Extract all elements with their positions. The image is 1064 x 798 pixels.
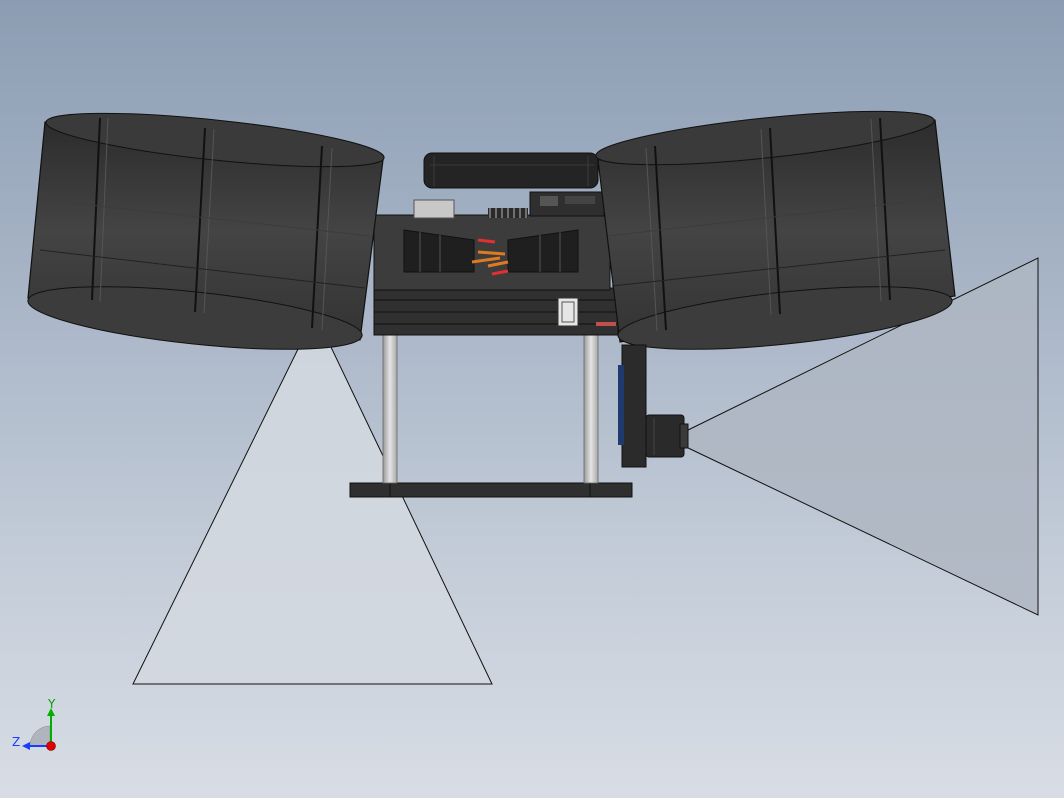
cad-viewport[interactable]: Y Z: [0, 0, 1064, 798]
triad-z-label: Z: [12, 735, 21, 749]
top-module: [423, 152, 599, 189]
side-sensor-bracket: [618, 344, 689, 468]
fan-right: [595, 110, 956, 350]
model-view[interactable]: [0, 0, 1064, 798]
central-body: [373, 191, 619, 336]
fan-left: [27, 112, 385, 350]
triad-icon: [22, 708, 56, 751]
sensor-cone-lower: [132, 344, 493, 685]
orientation-triad[interactable]: Y Z: [6, 698, 76, 762]
triad-y-label: Y: [48, 697, 56, 711]
